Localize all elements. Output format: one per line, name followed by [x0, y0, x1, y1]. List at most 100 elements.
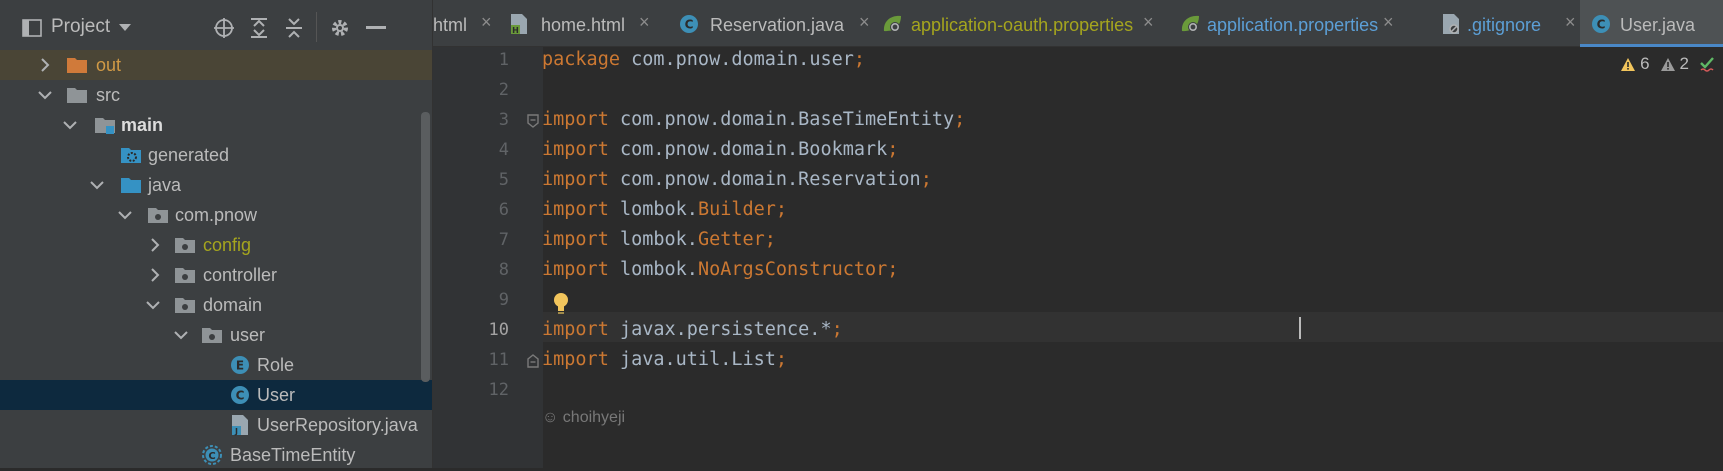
tree-item-user-repository[interactable]: J UserRepository.java [0, 410, 432, 440]
warning-count: 6 [1640, 54, 1650, 73]
tab-home-html[interactable]: H home.html × [509, 0, 659, 46]
fold-end-icon[interactable] [527, 354, 539, 368]
code-line[interactable]: import com.pnow.domain.BaseTimeEntity; [542, 109, 965, 130]
tree-item-com-pnow[interactable]: com.pnow [0, 200, 432, 230]
chevron-down-icon[interactable] [90, 178, 104, 192]
tab-gitignore[interactable]: .gitignore × [1441, 0, 1581, 46]
text-caret [1299, 317, 1301, 339]
close-icon[interactable]: × [639, 13, 655, 31]
close-icon[interactable]: × [1143, 13, 1159, 31]
expand-all-icon[interactable] [247, 16, 271, 40]
tab-user-java[interactable]: C User.java [1580, 0, 1723, 47]
close-icon[interactable]: × [1565, 13, 1581, 31]
tree-item-base-time-entity[interactable]: C BaseTimeEntity [0, 440, 432, 470]
tree-item-controller[interactable]: controller [0, 260, 432, 290]
line-number: 11 [488, 350, 509, 370]
minimize-icon[interactable] [364, 16, 388, 40]
folder-blue-icon [120, 174, 142, 196]
java-file-icon: J [229, 414, 251, 436]
collapse-all-icon[interactable] [282, 16, 306, 40]
chevron-down-icon[interactable] [174, 328, 188, 342]
author-name: choihyeji [562, 409, 626, 426]
tab-html[interactable]: html × [433, 0, 495, 46]
tree-item-src[interactable]: src [0, 80, 432, 110]
tree-item-label: config [203, 234, 252, 255]
close-icon[interactable]: × [859, 13, 875, 31]
locate-target-icon[interactable] [212, 16, 236, 40]
tab-label: home.html [541, 15, 626, 35]
package-icon [201, 324, 223, 346]
source-root-folder-icon [94, 114, 116, 136]
tree-item-label: domain [203, 294, 263, 315]
tree-item-label: java [148, 174, 182, 195]
spring-properties-icon [1179, 13, 1201, 35]
code-line[interactable]: import lombok.Getter; [542, 229, 776, 250]
chevron-right-icon[interactable] [38, 58, 52, 72]
chevron-right-icon[interactable] [148, 238, 162, 252]
person-icon: ☺ [542, 409, 559, 426]
ignore-file-icon [1441, 13, 1463, 35]
svg-text:C: C [1597, 18, 1606, 32]
html-file-icon: H [509, 13, 531, 35]
code-line[interactable]: package com.pnow.domain.user; [542, 49, 865, 70]
spring-properties-icon [881, 13, 903, 35]
code-line[interactable]: import com.pnow.domain.Reservation; [542, 169, 932, 190]
tree-item-out[interactable]: out [0, 50, 432, 80]
project-panel-header: Project [0, 0, 432, 54]
tree-item-label: Role [257, 354, 295, 375]
tree-item-role[interactable]: E Role [0, 350, 432, 380]
tree-item-domain[interactable]: domain [0, 290, 432, 320]
code-line[interactable]: import java.util.List; [542, 349, 787, 370]
tree-item-label: User [257, 384, 296, 405]
chevron-down-icon[interactable] [118, 208, 132, 222]
tree-item-config[interactable]: config [0, 230, 432, 260]
chevron-down-icon[interactable] [146, 298, 160, 312]
inspection-widget[interactable]: 6 2 [1620, 51, 1717, 77]
weak-warning-icon [1660, 57, 1676, 72]
line-number: 1 [498, 50, 509, 70]
editor-gutter[interactable]: 1 2 3 4 5 6 7 8 9 10 11 12 [433, 47, 543, 468]
tree-item-main[interactable]: main [0, 110, 432, 140]
code-editor[interactable]: 1 2 3 4 5 6 7 8 9 10 11 12 package com.p… [433, 47, 1723, 468]
tree-item-label: UserRepository.java [257, 414, 418, 435]
tree-item-user-class[interactable]: C User [0, 380, 432, 410]
class-icon: C [678, 13, 700, 35]
tree-item-generated[interactable]: generated [0, 140, 432, 170]
tree-item-user[interactable]: user [0, 320, 432, 350]
project-panel-title[interactable]: Project [51, 16, 110, 38]
close-icon[interactable]: × [1383, 13, 1399, 31]
tree-item-label: user [230, 324, 266, 345]
gear-icon[interactable] [328, 16, 352, 40]
tab-application-oauth-properties[interactable]: application-oauth.properties × [881, 0, 1161, 46]
tree-scrollbar[interactable] [421, 112, 430, 382]
svg-text:C: C [685, 18, 694, 32]
code-author-hint[interactable]: ☺ choihyeji [542, 409, 625, 427]
close-icon[interactable]: × [481, 13, 497, 31]
tree-item-label: main [121, 114, 164, 135]
chevron-down-icon[interactable] [63, 118, 77, 132]
lightbulb-icon[interactable] [551, 291, 571, 320]
tab-reservation-java[interactable]: C Reservation.java × [678, 0, 878, 46]
package-icon [147, 204, 169, 226]
line-number: 3 [498, 110, 509, 130]
code-line[interactable]: import lombok.NoArgsConstructor; [542, 259, 898, 280]
tree-item-label: BaseTimeEntity [230, 444, 356, 465]
tab-label: User.java [1620, 15, 1696, 35]
code-line[interactable]: import com.pnow.domain.Bookmark; [542, 139, 898, 160]
chevron-down-icon[interactable] [113, 16, 137, 40]
warning-icon [1620, 57, 1636, 72]
enum-icon: E [229, 354, 251, 376]
code-line[interactable]: import lombok.Builder; [542, 199, 787, 220]
svg-text:H: H [512, 26, 519, 35]
generated-folder-icon [120, 144, 142, 166]
project-view-icon[interactable] [20, 16, 44, 40]
fold-start-icon[interactable] [527, 114, 539, 128]
chevron-right-icon[interactable] [148, 268, 162, 282]
svg-text:C: C [236, 389, 245, 403]
tab-label: application.properties [1207, 15, 1379, 35]
tab-label: application-oauth.properties [911, 15, 1134, 35]
chevron-down-icon[interactable] [38, 88, 52, 102]
tab-application-properties[interactable]: application.properties × [1179, 0, 1399, 46]
tree-item-java[interactable]: java [0, 170, 432, 200]
code-line[interactable]: import javax.persistence.*; [542, 319, 843, 340]
